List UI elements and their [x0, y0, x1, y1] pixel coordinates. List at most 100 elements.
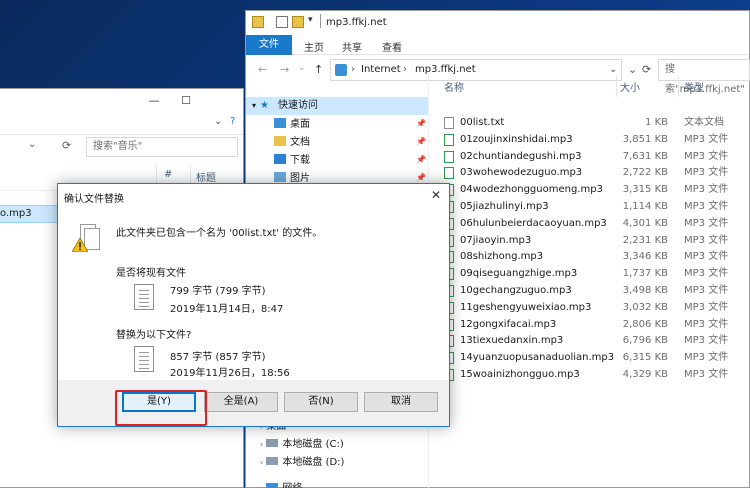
tab-file[interactable]: 文件	[246, 35, 292, 55]
file-size: 2,806 KB	[622, 318, 668, 330]
breadcrumb-internet[interactable]: Internet	[361, 60, 401, 80]
folder-icon	[252, 16, 264, 28]
file-name: 08shizhong.mp3	[460, 251, 544, 263]
file-name: 04wodezhongguomeng.mp3	[460, 184, 603, 196]
warning-icon	[72, 224, 102, 254]
chevron-down-icon[interactable]: ▾	[308, 15, 313, 25]
nav-item-documents[interactable]: 文档	[274, 135, 310, 151]
column-title[interactable]: 标题	[196, 169, 216, 184]
file-row[interactable]: 01zoujinxinshidai.mp3 3,851 KB MP3 文件	[430, 132, 750, 148]
chevron-down-icon[interactable]: ⌄	[298, 63, 306, 73]
column-divider	[616, 75, 617, 97]
back-ribbon: ⌄ ?	[0, 113, 243, 135]
pictures-icon	[274, 172, 286, 182]
dialog-title: 确认文件替换	[64, 194, 124, 205]
file-type: MP3 文件	[684, 167, 729, 179]
file-size: 3,032 KB	[622, 301, 668, 313]
pin-icon[interactable]: 📌	[416, 173, 426, 182]
column-number[interactable]: #	[164, 169, 172, 180]
column-name[interactable]: 名称	[444, 79, 464, 94]
file-row[interactable]: 05jiazhulinyi.mp3 1,114 KB MP3 文件	[430, 199, 750, 215]
back-search-input[interactable]: 搜索"音乐"	[86, 137, 238, 157]
pin-icon[interactable]: 📌	[416, 155, 426, 164]
main-titlebar: ▾ mp3.ffkj.net	[246, 11, 749, 35]
new-folder-icon[interactable]	[292, 16, 304, 28]
help-icon[interactable]: ?	[230, 116, 235, 127]
cancel-button[interactable]: 取消	[364, 392, 438, 412]
column-type[interactable]: 类型	[684, 79, 704, 94]
no-button[interactable]: 否(N)	[284, 392, 358, 412]
file-row[interactable]: 13tiexuedanxin.mp3 6,796 KB MP3 文件	[430, 333, 750, 349]
file-size: 3,498 KB	[622, 285, 668, 296]
file-name: 02chuntiandegushi.mp3	[460, 150, 582, 162]
refresh-icon[interactable]: ⟳	[62, 139, 71, 152]
properties-icon[interactable]	[276, 16, 288, 28]
file-row[interactable]: 04wodezhongguomeng.mp3 3,315 KB MP3 文件	[430, 182, 750, 198]
file-name: 11geshengyuweixiao.mp3	[460, 301, 592, 313]
file-list: 名称 大小 类型 00list.txt 1 KB 文本文档 01zoujinxinsh…	[430, 75, 750, 488]
file-row[interactable]: 15woainizhongguo.mp3 4,329 KB MP3 文件	[430, 367, 750, 383]
file-row[interactable]: 02chuntiandegushi.mp3 7,631 KB MP3 文件	[430, 149, 750, 165]
tab-view[interactable]: 查看	[382, 39, 402, 54]
file-row[interactable]: 03wohewodezuguo.mp3 2,722 KB MP3 文件	[430, 165, 750, 181]
existing-file-size: 799 字节 (799 字节)	[170, 286, 266, 297]
file-name: 03wohewodezuguo.mp3	[460, 167, 583, 179]
file-row[interactable]: 08shizhong.mp3 3,346 KB MP3 文件	[430, 249, 750, 265]
forward-arrow-icon[interactable]: →	[280, 63, 289, 76]
tab-share[interactable]: 共享	[342, 39, 362, 54]
chevron-down-icon[interactable]: ⌄	[214, 116, 222, 127]
file-name: 15woainizhongguo.mp3	[460, 369, 580, 380]
quick-access-item[interactable]: ▾ ★ 快速访问	[246, 97, 428, 115]
file-row[interactable]: 00list.txt 1 KB 文本文档	[430, 115, 750, 131]
pin-icon[interactable]: 📌	[416, 119, 426, 128]
file-size: 2,231 KB	[622, 234, 668, 246]
file-type: MP3 文件	[684, 268, 729, 280]
divider	[320, 14, 321, 28]
network-icon	[266, 483, 279, 488]
nav-item-drive-d[interactable]: › 本地磁盘 (D:)	[260, 455, 344, 471]
tab-home[interactable]: 主页	[304, 39, 324, 54]
dialog-message: 此文件夹已包含一个名为 '00list.txt' 的文件。	[116, 228, 323, 239]
column-size[interactable]: 大小	[620, 79, 640, 94]
file-row[interactable]: 10gechangzuguo.mp3 3,498 KB MP3 文件	[430, 283, 750, 299]
quick-access-label: 快速访问	[278, 100, 318, 111]
selected-list-item[interactable]: o.mp3	[0, 205, 60, 223]
audio-file-icon	[444, 167, 454, 180]
new-file-date: 2019年11月26日，18:56	[170, 368, 290, 379]
file-name: 05jiazhulinyi.mp3	[460, 201, 549, 212]
file-type: 文本文档	[684, 117, 724, 128]
file-row[interactable]: 07jiaoyin.mp3 2,231 KB MP3 文件	[430, 233, 750, 249]
maximize-button[interactable]: ☐	[172, 93, 200, 109]
nav-item-network[interactable]: › 网络	[260, 481, 302, 488]
close-icon[interactable]: ✕	[431, 188, 441, 202]
audio-file-icon	[444, 150, 454, 163]
up-arrow-icon[interactable]: ↑	[314, 63, 323, 76]
replace-confirm-dialog: 确认文件替换 ✕ 此文件夹已包含一个名为 '00list.txt' 的文件。 是…	[57, 183, 450, 427]
pin-icon[interactable]: 📌	[416, 137, 426, 146]
file-size: 3,346 KB	[622, 251, 668, 263]
yes-to-all-button[interactable]: 全是(A)	[204, 392, 278, 412]
file-row[interactable]: 11geshengyuweixiao.mp3 3,032 KB MP3 文件	[430, 300, 750, 316]
file-size: 1 KB	[645, 117, 668, 128]
breadcrumb-separator: ›	[351, 64, 355, 75]
nav-item-downloads[interactable]: 下载	[274, 153, 310, 169]
back-arrow-icon[interactable]: ←	[258, 63, 267, 76]
minimize-button[interactable]: —	[140, 93, 168, 109]
chevron-right-icon: ›	[260, 458, 264, 467]
back-titlebar: — ☐	[0, 89, 243, 113]
file-row[interactable]: 14yuanzuopusanaduolian.mp3 6,315 KB MP3 文件	[430, 350, 750, 366]
chevron-right-icon: ›	[260, 440, 264, 449]
file-icon	[134, 346, 154, 372]
file-row[interactable]: 06hulunbeierdacaoyuan.mp3 4,301 KB MP3 文件	[430, 216, 750, 232]
documents-icon	[274, 136, 286, 146]
chevron-down-icon[interactable]: ⌄	[28, 139, 36, 150]
existing-file-date: 2019年11月14日，8:47	[170, 304, 284, 315]
download-icon	[274, 154, 286, 164]
replacement-file-label: 替换为以下文件?	[116, 330, 192, 341]
highlight-annotation	[115, 390, 207, 426]
desktop-icon	[274, 118, 286, 128]
file-row[interactable]: 09qiseguangzhige.mp3 1,737 KB MP3 文件	[430, 266, 750, 282]
file-row[interactable]: 12gongxifacai.mp3 2,806 KB MP3 文件	[430, 317, 750, 333]
nav-item-desktop[interactable]: 桌面	[274, 117, 310, 133]
nav-item-drive-c[interactable]: › 本地磁盘 (C:)	[260, 437, 344, 453]
